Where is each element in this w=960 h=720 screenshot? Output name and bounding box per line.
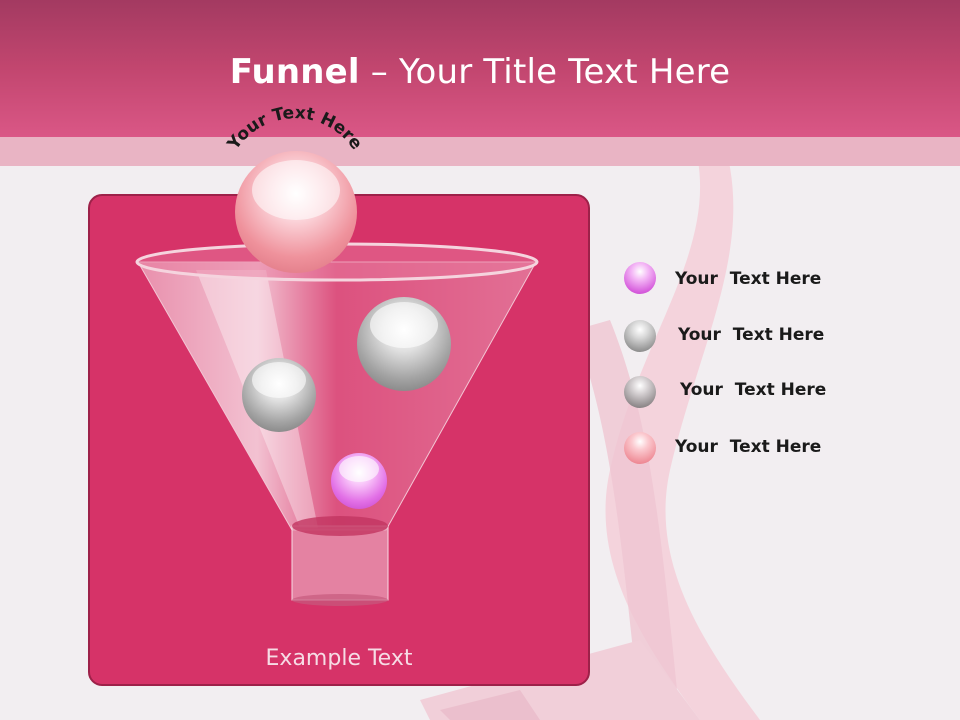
funnel-diagram: Your Text Here	[135, 103, 539, 606]
legend-label-4: Your Text Here	[675, 437, 822, 457]
legend-label-2: Your Text Here	[678, 325, 825, 345]
gray-ball-icon	[624, 376, 656, 408]
spout-bottom	[292, 594, 388, 606]
top-arc-textpath: Your Text Here	[223, 103, 366, 154]
pink-ball-icon	[624, 432, 656, 464]
legend-label-3: Your Text Here	[680, 380, 827, 400]
top-arc-text: Your Text Here	[223, 103, 366, 154]
panel-caption: Example Text	[265, 646, 413, 671]
spout-top	[292, 516, 388, 536]
legend-label-1: Your Text Here	[675, 269, 822, 289]
violet-ball-icon	[624, 262, 656, 294]
funnel-spout	[291, 525, 389, 601]
gray-ball-icon	[624, 320, 656, 352]
